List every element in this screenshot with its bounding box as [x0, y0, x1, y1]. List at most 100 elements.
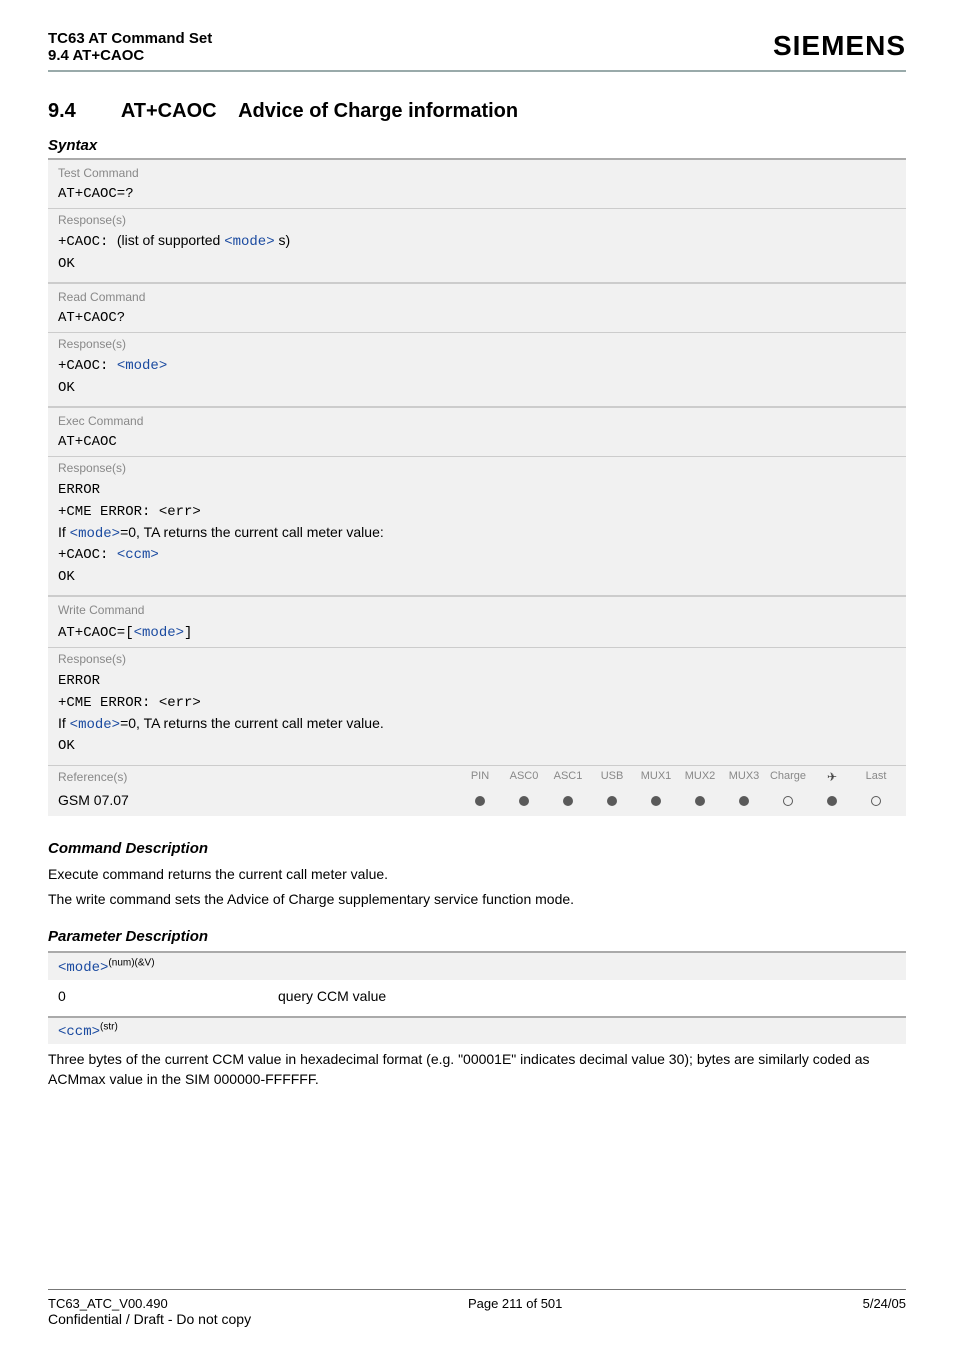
footer-left: TC63_ATC_V00.490: [48, 1296, 168, 1311]
test-command-label: Test Command: [48, 160, 906, 184]
footer-rule: [48, 1289, 906, 1290]
read-ok: OK: [58, 380, 75, 396]
support-dot: [458, 792, 502, 808]
header-left: TC63 AT Command Set 9.4 AT+CAOC: [48, 30, 212, 64]
test-command: AT+CAOC=?: [48, 184, 906, 208]
dot-empty-icon: [871, 796, 881, 806]
read-command-label: Read Command: [48, 282, 906, 308]
ccm-param-name[interactable]: <ccm>(str): [58, 1024, 118, 1040]
write-if-post: =0, TA returns the current call meter va…: [120, 715, 384, 731]
support-dot: [766, 792, 810, 808]
exec-resp-prefix: +CAOC:: [58, 547, 117, 563]
footer-center: Page 211 of 501: [468, 1296, 562, 1311]
write-responses-label: Response(s): [48, 647, 906, 668]
ref-col: MUX1: [634, 770, 678, 784]
dot-filled-icon: [475, 796, 485, 806]
exec-ok: OK: [58, 569, 75, 585]
reference-data-row: GSM 07.07: [48, 786, 906, 816]
test-resp-prefix: +CAOC:: [58, 234, 117, 250]
mode-param-name[interactable]: <mode>(num)(&V): [58, 960, 155, 976]
read-command: AT+CAOC?: [48, 308, 906, 332]
read-response: +CAOC: <mode> OK: [48, 353, 906, 406]
write-cmd-suffix: ]: [184, 625, 192, 641]
exec-command: AT+CAOC: [48, 432, 906, 456]
write-if-pre: If: [58, 715, 70, 731]
support-dot: [678, 792, 722, 808]
write-cmd-prefix: AT+CAOC=[: [58, 625, 134, 641]
mode-param-link[interactable]: <mode>: [134, 625, 184, 641]
support-dot: [634, 792, 678, 808]
command-description-label: Command Description: [48, 840, 906, 857]
ccm-param-link[interactable]: <ccm>: [117, 547, 159, 563]
section-cmd: AT+CAOC: [121, 100, 217, 122]
section-title-text: Advice of Charge information: [238, 100, 518, 122]
exec-response: ERROR +CME ERROR: <err> If <mode>=0, TA …: [48, 477, 906, 595]
mode-desc: query CCM value: [278, 988, 386, 1004]
section-number: 9.4: [48, 100, 116, 123]
exec-error: ERROR: [58, 482, 100, 498]
ref-col: ASC1: [546, 770, 590, 784]
mode-param-link[interactable]: <mode>: [70, 526, 120, 542]
parameter-description-label: Parameter Description: [48, 928, 906, 945]
mode-value: 0: [58, 988, 278, 1004]
ref-col: MUX3: [722, 770, 766, 784]
section-heading: 9.4 AT+CAOC Advice of Charge information: [48, 100, 906, 123]
read-resp-prefix: +CAOC:: [58, 358, 117, 374]
mode-param-sup: (num)(&V): [108, 957, 154, 968]
references-label: Reference(s): [58, 770, 458, 784]
reference-header-row: Reference(s) PIN ASC0 ASC1 USB MUX1 MUX2…: [48, 765, 906, 786]
param-ccm-box: <ccm>(str): [48, 1016, 906, 1045]
support-dot: [546, 792, 590, 808]
footer-row-1: TC63_ATC_V00.490 Page 211 of 501 5/24/05: [48, 1296, 906, 1311]
write-cme: +CME ERROR: <err>: [58, 695, 201, 711]
dot-filled-icon: [827, 796, 837, 806]
ref-col: Last: [854, 770, 898, 784]
test-resp-suffix: s): [279, 232, 291, 248]
airplane-icon: ✈: [810, 770, 854, 784]
footer-conf: Confidential / Draft - Do not copy: [48, 1311, 906, 1327]
test-resp-text: (list of supported: [117, 232, 221, 248]
write-command-label: Write Command: [48, 595, 906, 621]
support-dot: [722, 792, 766, 808]
read-responses-label: Response(s): [48, 332, 906, 353]
exec-command-label: Exec Command: [48, 406, 906, 432]
mode-param-text: <mode>: [58, 960, 108, 976]
dot-empty-icon: [783, 796, 793, 806]
mode-param-link[interactable]: <mode>: [117, 358, 167, 374]
page-header: TC63 AT Command Set 9.4 AT+CAOC SIEMENS: [48, 30, 906, 64]
reference-name: GSM 07.07: [58, 792, 458, 808]
support-dot: [810, 792, 854, 808]
param-mode-box: <mode>(num)(&V): [48, 951, 906, 980]
write-response: ERROR +CME ERROR: <err> If <mode>=0, TA …: [48, 668, 906, 764]
exec-cme: +CME ERROR: <err>: [58, 504, 201, 520]
test-responses-label: Response(s): [48, 208, 906, 229]
page-footer: TC63_ATC_V00.490 Page 211 of 501 5/24/05…: [48, 1289, 906, 1327]
test-ok: OK: [58, 256, 75, 272]
header-rule: [48, 70, 906, 72]
syntax-box: Test Command AT+CAOC=? Response(s) +CAOC…: [48, 158, 906, 816]
ccm-param-text: <ccm>: [58, 1024, 100, 1040]
doc-title: TC63 AT Command Set: [48, 30, 212, 47]
mode-param-link[interactable]: <mode>: [224, 234, 274, 250]
section-ref: 9.4 AT+CAOC: [48, 47, 212, 64]
desc-p2: The write command sets the Advice of Cha…: [48, 890, 906, 910]
support-dot: [590, 792, 634, 808]
write-command: AT+CAOC=[<mode>]: [48, 621, 906, 647]
dot-filled-icon: [519, 796, 529, 806]
support-dot: [854, 792, 898, 808]
ref-col: PIN: [458, 770, 502, 784]
mode-param-link[interactable]: <mode>: [70, 717, 120, 733]
support-dot: [502, 792, 546, 808]
dot-filled-icon: [607, 796, 617, 806]
exec-if-pre: If: [58, 524, 70, 540]
write-ok: OK: [58, 738, 75, 754]
ccm-desc: Three bytes of the current CCM value in …: [48, 1044, 906, 1089]
syntax-label: Syntax: [48, 137, 906, 154]
ref-col: MUX2: [678, 770, 722, 784]
write-error: ERROR: [58, 673, 100, 689]
dot-filled-icon: [651, 796, 661, 806]
ref-col: USB: [590, 770, 634, 784]
desc-p1: Execute command returns the current call…: [48, 865, 906, 885]
dot-filled-icon: [563, 796, 573, 806]
ref-col: ASC0: [502, 770, 546, 784]
